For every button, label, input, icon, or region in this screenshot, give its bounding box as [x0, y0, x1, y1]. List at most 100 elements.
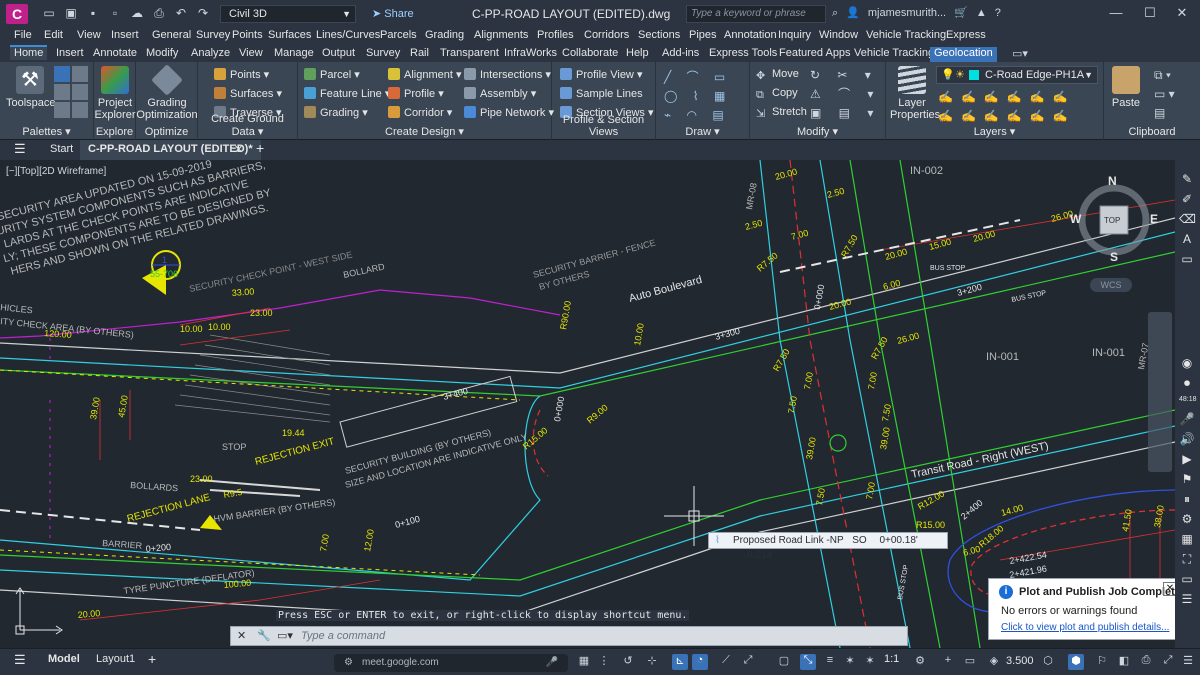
vehicle-tracking-icon[interactable]: ⬢: [1068, 654, 1084, 670]
eraser-icon[interactable]: ⌫: [1179, 212, 1196, 226]
isolate-objects-icon[interactable]: ⬡: [1040, 654, 1056, 670]
project-explorer-button[interactable]: Project Explorer: [94, 66, 136, 121]
settings-icon[interactable]: [72, 66, 88, 82]
isodraft-icon[interactable]: ⟋: [718, 654, 734, 670]
add-layout-icon[interactable]: +: [148, 651, 156, 667]
share-button[interactable]: ➤ Share: [372, 7, 414, 20]
layout-menu-icon[interactable]: ☰: [14, 652, 26, 668]
layer-properties-button[interactable]: Layer Properties: [890, 66, 940, 121]
menu-express[interactable]: Express: [946, 29, 986, 41]
new-file-icon[interactable]: ▭: [40, 5, 58, 21]
properties-icon[interactable]: [54, 102, 70, 118]
tab-vehicle-tracking[interactable]: Vehicle Tracking: [850, 47, 938, 62]
menu-edit[interactable]: Edit: [44, 29, 63, 41]
tab-view[interactable]: View: [235, 47, 267, 62]
scale-value[interactable]: 3.500: [1006, 655, 1034, 667]
intersections-button[interactable]: Intersections ▾: [464, 68, 551, 81]
pause-icon[interactable]: ⏸: [1179, 492, 1195, 506]
camera-icon[interactable]: ◉: [1179, 356, 1195, 370]
user-name[interactable]: mjamesmurith...: [868, 7, 946, 19]
survey-icon[interactable]: [54, 84, 70, 100]
wcs-menu[interactable]: WCS: [1090, 278, 1132, 292]
list-icon[interactable]: ☰: [1179, 592, 1195, 606]
workspace-gear-icon[interactable]: ⚙: [912, 654, 928, 670]
close-command-icon[interactable]: ✕: [237, 629, 246, 642]
draw-tools[interactable]: ╱ ⌒ ▭ ◯ ⌇ ▦ ⌁ ◠ ▤: [664, 68, 731, 125]
sound-icon[interactable]: 🔊: [1179, 432, 1195, 446]
tab-manage[interactable]: Manage: [270, 47, 318, 62]
grading-optimization-button[interactable]: Grading Optimization: [136, 64, 198, 121]
menu-insert[interactable]: Insert: [111, 29, 139, 41]
parcel-button[interactable]: Parcel ▾: [304, 68, 360, 81]
record-icon[interactable]: ⏺: [1179, 376, 1195, 390]
panel-label-modify[interactable]: Modify ▾: [750, 125, 885, 138]
feature-line-button[interactable]: Feature Line ▾: [304, 87, 390, 100]
shape-icon[interactable]: ▭: [1179, 252, 1195, 266]
layout1-tab[interactable]: Layout1: [96, 653, 135, 665]
civil3d-logo[interactable]: C: [6, 4, 28, 24]
menu-profiles[interactable]: Profiles: [537, 29, 574, 41]
minimize-button[interactable]: —: [1106, 5, 1126, 23]
help-icon[interactable]: ?: [995, 7, 1001, 19]
compass-north[interactable]: N: [1108, 174, 1117, 188]
redo-icon[interactable]: ↷: [194, 5, 212, 21]
compass-west[interactable]: W: [1070, 212, 1081, 226]
close-button[interactable]: ✕: [1172, 5, 1192, 23]
bookmark-icon[interactable]: ⚑: [1179, 472, 1195, 486]
graphics-icon[interactable]: ◧: [1116, 654, 1132, 670]
lineweight-icon[interactable]: ≡: [822, 654, 838, 670]
plot-status-icon[interactable]: ⎙: [1138, 654, 1154, 670]
search-icon[interactable]: ⌕: [832, 7, 838, 19]
profile-view-button[interactable]: Profile View ▾: [560, 68, 642, 81]
drawing-canvas[interactable]: 1 55-706 SECURITY AREA UPDATED ON 15-09-…: [0, 160, 1175, 648]
pipe-network-button[interactable]: Pipe Network ▾: [464, 106, 554, 119]
paste-button[interactable]: Paste: [1106, 66, 1146, 109]
tool-palettes-icon[interactable]: [72, 102, 88, 118]
notification-link[interactable]: Click to view plot and publish details..…: [1001, 622, 1169, 633]
viewcube[interactable]: TOP N S E W: [1070, 172, 1166, 272]
polar-tracking-icon[interactable]: ◔: [692, 654, 708, 670]
alignment-button[interactable]: Alignment ▾: [388, 68, 462, 81]
tab-modify[interactable]: Modify: [142, 47, 182, 62]
menu-sections[interactable]: Sections: [638, 29, 680, 41]
stretch-button[interactable]: ⇲ Stretch: [756, 106, 807, 120]
cart-icon[interactable]: 🛒: [954, 7, 968, 19]
tab-featured-apps[interactable]: Featured Apps: [775, 47, 855, 62]
tab-geolocation[interactable]: Geolocation: [930, 47, 997, 62]
menu-alignments[interactable]: Alignments: [474, 29, 528, 41]
open-folder-icon[interactable]: ▣: [62, 5, 80, 21]
snap-mode-icon[interactable]: ⋮: [596, 654, 612, 670]
tab-rail[interactable]: Rail: [406, 47, 433, 62]
plus-icon[interactable]: +: [940, 654, 956, 670]
viewport-controls[interactable]: [−][Top][2D Wireframe]: [6, 166, 106, 177]
command-prompt-icon[interactable]: ▭▾: [277, 629, 293, 642]
corridor-button[interactable]: Corridor ▾: [388, 106, 452, 119]
customize-wrench-icon[interactable]: 🔧: [257, 629, 271, 642]
sample-lines-button[interactable]: Sample Lines: [560, 87, 643, 100]
compass-south[interactable]: S: [1110, 250, 1118, 264]
highlight-icon[interactable]: ✐: [1179, 192, 1195, 206]
model-tab[interactable]: Model: [48, 653, 80, 665]
object-snap-icon[interactable]: ▢: [776, 654, 792, 670]
menu-grading[interactable]: Grading: [425, 29, 464, 41]
menu-pipes[interactable]: Pipes: [689, 29, 717, 41]
menu-file[interactable]: File: [14, 29, 32, 41]
menu-corridors[interactable]: Corridors: [584, 29, 629, 41]
dynamic-input-icon[interactable]: ⊹: [644, 654, 660, 670]
panel-label-create-ground-data[interactable]: Create Ground Data ▾: [198, 113, 297, 138]
close-tab-icon[interactable]: ✕: [234, 143, 243, 156]
modify-tools[interactable]: ↻ ✂ ▾ ⚠ ⌒ ▾ ▣ ▤ ▾: [810, 66, 880, 123]
tab-infraworks[interactable]: InfraWorks: [500, 47, 561, 62]
command-line[interactable]: ✕ 🔧 ▭▾ Type a command: [230, 626, 908, 646]
tab-insert[interactable]: Insert: [52, 47, 88, 62]
viewcube-top-face[interactable]: TOP: [1104, 216, 1120, 225]
panel-label-layers[interactable]: Layers ▾: [886, 125, 1103, 138]
new-tab-plus-icon[interactable]: +: [256, 140, 264, 156]
menu-annotation[interactable]: Annotation: [724, 29, 777, 41]
toolbox-icon[interactable]: [72, 84, 88, 100]
profile-button[interactable]: Profile ▾: [388, 87, 444, 100]
surfaces-button[interactable]: Surfaces ▾: [214, 87, 282, 100]
assembly-button[interactable]: Assembly ▾: [464, 87, 536, 100]
search-input[interactable]: Type a keyword or phrase: [686, 5, 826, 23]
navigation-bar[interactable]: [1148, 312, 1172, 472]
